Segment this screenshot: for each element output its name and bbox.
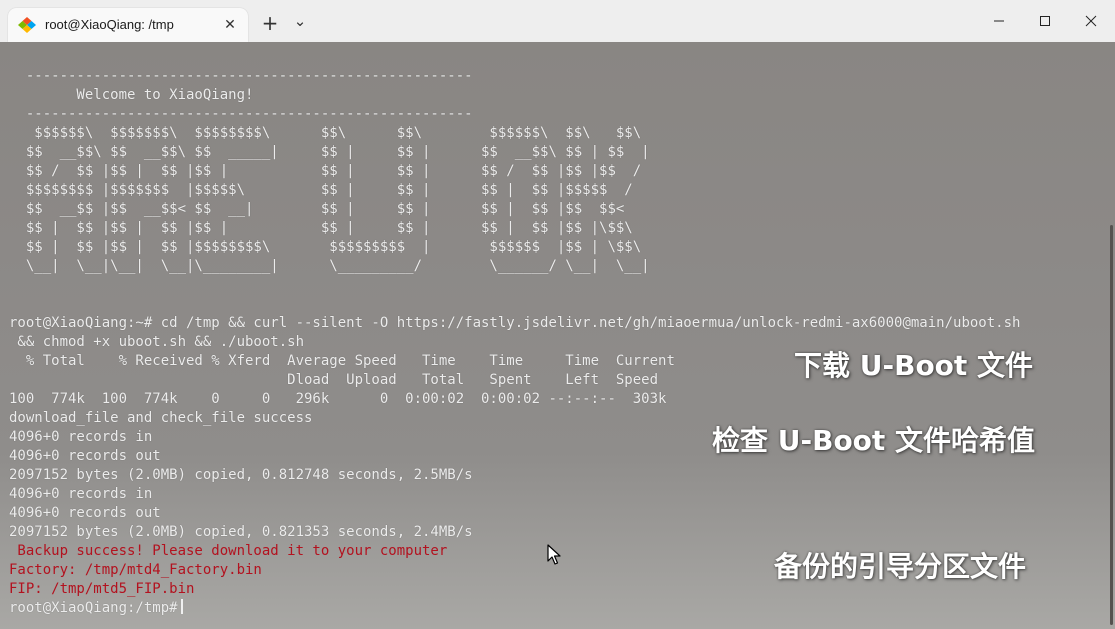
terminal-line: Welcome to XiaoQiang!: [9, 87, 254, 103]
minimize-button[interactable]: [976, 0, 1022, 42]
terminal-line: \__| \__|\__| \__|\________| \_________/…: [9, 258, 650, 274]
mouse-pointer-icon: [547, 544, 561, 565]
terminal-prompt: root@XiaoQiang:/tmp#: [9, 600, 178, 616]
terminal-line: 2097152 bytes (2.0MB) copied, 0.821353 s…: [9, 524, 473, 540]
terminal-line: 100 774k 100 774k 0 0 296k 0 0:00:02 0:0…: [9, 391, 667, 407]
text-cursor: [180, 599, 183, 614]
terminal-output: ----------------------------------------…: [9, 67, 1020, 618]
tab-dropdown-icon[interactable]: ⌄: [287, 8, 313, 34]
terminal-line: $$ __$$ |$$ __$$< $$ __| $$ | $$ | $$ | …: [9, 201, 625, 217]
title-bar: root@XiaoQiang: /tmp ✕ + ⌄: [0, 0, 1115, 42]
terminal-prompt-line: root@XiaoQiang:/tmp#: [9, 599, 1020, 618]
close-icon: [1085, 15, 1097, 27]
scrollbar[interactable]: [1110, 225, 1113, 625]
minimize-icon: [994, 20, 1004, 22]
close-tab-icon[interactable]: ✕: [220, 15, 240, 35]
terminal-line: 2097152 bytes (2.0MB) copied, 0.812748 s…: [9, 467, 473, 483]
terminal-line: $$ | $$ |$$ | $$ |$$ | $$ | $$ | $$ | $$…: [9, 220, 633, 236]
terminal-line: 4096+0 records in: [9, 486, 153, 502]
linux-icon: [18, 17, 36, 33]
terminal-line: 4096+0 records out: [9, 505, 161, 521]
terminal-line: $$ __$$\ $$ __$$\ $$ _____| $$ | $$ | $$…: [9, 144, 650, 160]
maximize-button[interactable]: [1022, 0, 1068, 42]
terminal-tab[interactable]: root@XiaoQiang: /tmp ✕: [8, 8, 248, 42]
terminal-line: $$$$$$$$ |$$$$$$$ |$$$$$\ $$ | $$ | $$ |…: [9, 182, 633, 198]
terminal-line: $$$$$$\ $$$$$$$\ $$$$$$$$\ $$\ $$\ $$$$$…: [9, 125, 642, 141]
terminal-line: ----------------------------------------…: [9, 106, 473, 122]
terminal-line: ----------------------------------------…: [9, 68, 473, 84]
terminal-area[interactable]: ----------------------------------------…: [0, 42, 1115, 629]
terminal-line: root@XiaoQiang:~# cd /tmp && curl --sile…: [9, 315, 1021, 331]
new-tab-button[interactable]: +: [257, 10, 283, 36]
terminal-line: $$ / $$ |$$ | $$ |$$ | $$ | $$ | $$ / $$…: [9, 163, 642, 179]
annotation-check: 检查 U-Boot 文件哈希值: [712, 424, 1036, 457]
annotation-download: 下载 U-Boot 文件: [794, 349, 1034, 382]
tab-title: root@XiaoQiang: /tmp: [45, 17, 174, 32]
annotation-backup: 备份的引导分区文件: [774, 550, 1027, 583]
maximize-icon: [1040, 16, 1050, 26]
close-window-button[interactable]: [1068, 0, 1114, 42]
terminal-line: $$ | $$ |$$ | $$ |$$$$$$$$\ $$$$$$$$$ | …: [9, 239, 642, 255]
